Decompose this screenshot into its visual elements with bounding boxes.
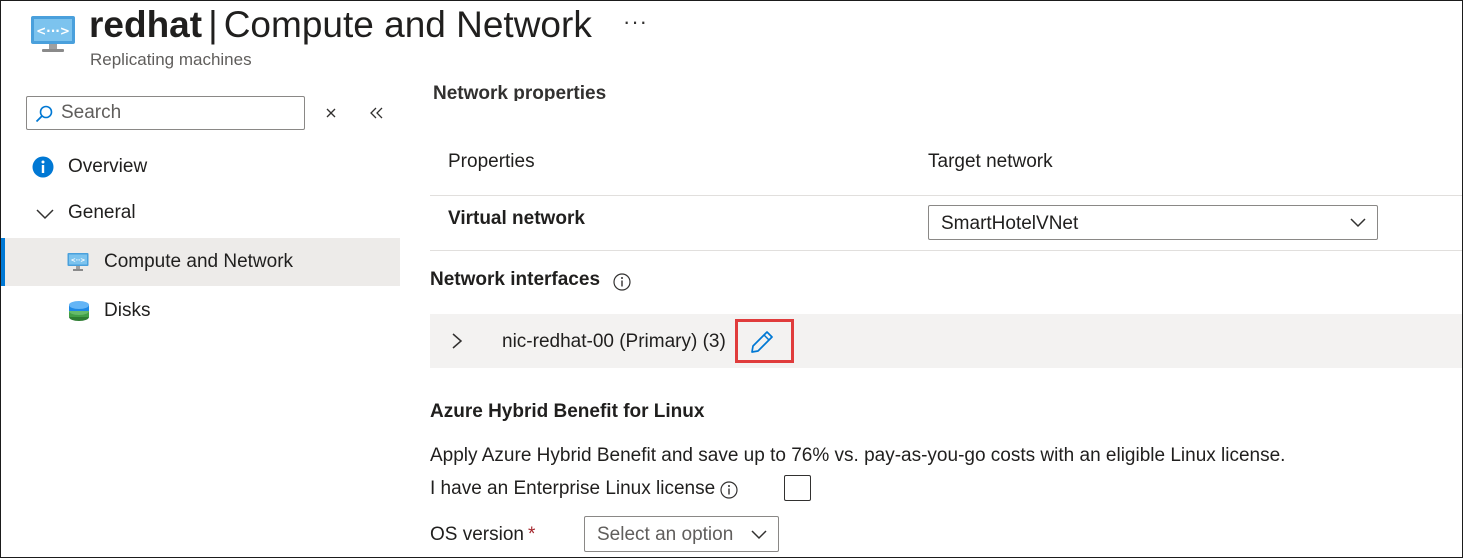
sidebar-item-general[interactable]: General	[1, 189, 400, 237]
page-title: redhat | Compute and Network	[89, 4, 592, 45]
hybrid-benefit-heading: Azure Hybrid Benefit for Linux	[430, 401, 705, 422]
network-interfaces-heading: Network interfaces	[430, 269, 601, 290]
chevron-down-icon	[751, 530, 767, 540]
hybrid-benefit-description: Apply Azure Hybrid Benefit and save up t…	[430, 445, 1286, 466]
search-icon	[35, 105, 53, 123]
info-icon[interactable]	[720, 481, 738, 499]
pencil-edit-icon[interactable]	[749, 329, 775, 355]
table-divider	[430, 195, 1462, 196]
chevron-down-icon	[36, 209, 54, 220]
dropdown-value: SmartHotelVNet	[941, 213, 1079, 234]
required-marker: *	[527, 524, 536, 545]
close-icon[interactable]	[321, 103, 341, 123]
info-icon	[32, 156, 54, 178]
sidebar-item-overview[interactable]: Overview	[1, 143, 400, 191]
column-header-target-network: Target network	[928, 151, 1053, 172]
more-options-button[interactable]: ···	[623, 9, 648, 35]
page-subtitle: Replicating machines	[90, 50, 252, 69]
virtual-machine-icon: <···>	[31, 16, 75, 52]
network-properties-heading: Network properties	[433, 83, 607, 101]
os-version-dropdown[interactable]: Select an option	[584, 516, 779, 552]
os-version-label: OS version *	[430, 524, 536, 545]
sidebar-item-label: General	[68, 202, 136, 223]
nic-label: nic-redhat-00 (Primary) (3)	[502, 331, 726, 352]
collapse-sidebar-icon[interactable]	[367, 103, 387, 123]
dropdown-placeholder: Select an option	[597, 524, 734, 545]
chevron-down-icon	[1350, 218, 1366, 228]
chevron-right-icon[interactable]	[450, 332, 464, 350]
virtual-machine-icon: <··>	[67, 253, 89, 271]
column-header-properties: Properties	[448, 151, 535, 172]
sidebar-item-label: Compute and Network	[104, 251, 294, 272]
sidebar-item-label: Disks	[104, 300, 151, 321]
sidebar-item-label: Overview	[68, 156, 148, 177]
table-divider	[430, 250, 1462, 251]
sidebar-item-compute-and-network[interactable]: <··> Compute and Network	[1, 238, 400, 286]
window-frame: <···> redhat | Compute and Network ··· Rep…	[0, 0, 1463, 558]
svg-text:<···>: <···>	[36, 24, 70, 38]
sidebar-item-disks[interactable]: Disks	[1, 287, 400, 335]
virtual-network-dropdown[interactable]: SmartHotelVNet	[928, 205, 1378, 240]
search-box[interactable]	[26, 96, 305, 130]
virtual-network-label: Virtual network	[448, 208, 585, 229]
svg-text:<··>: <··>	[71, 257, 86, 264]
search-input[interactable]	[61, 99, 299, 127]
enterprise-license-checkbox[interactable]	[784, 475, 811, 501]
license-label: I have an Enterprise Linux license	[430, 478, 716, 499]
disks-icon	[69, 301, 89, 321]
info-icon[interactable]	[613, 273, 631, 291]
